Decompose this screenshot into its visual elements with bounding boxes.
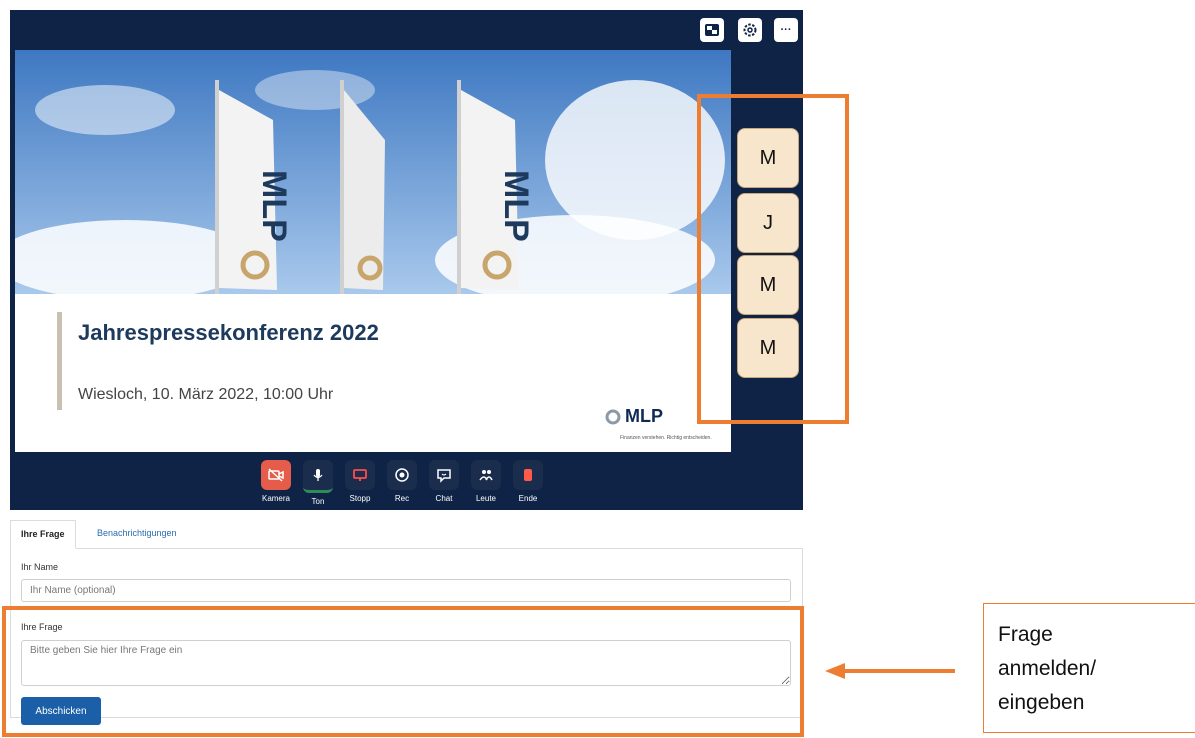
submit-button[interactable]: Abschicken (21, 697, 101, 725)
name-input[interactable] (21, 579, 791, 602)
stop-share-button[interactable]: Stopp (344, 460, 376, 506)
callout-line: anmelden/ (998, 657, 1097, 680)
annotation-callout: Frage anmelden/ eingeben (983, 603, 1195, 733)
microphone-icon[interactable] (303, 460, 333, 493)
people-icon[interactable] (471, 460, 501, 490)
end-label: Ende (518, 494, 538, 503)
stop-share-icon[interactable] (345, 460, 375, 490)
presentation-slide: MLP MLP Jahrespressekonferenz 2022 Wiesl… (15, 50, 731, 452)
audio-button[interactable]: Ton (302, 460, 334, 506)
slide-accent-bar (57, 312, 62, 410)
record-icon[interactable] (387, 460, 417, 490)
participant-tile[interactable]: J (737, 193, 799, 253)
mlp-logo-text: MLP (625, 406, 663, 426)
callout-line: eingeben (998, 691, 1085, 714)
mlp-tagline: Finanzen verstehen. Richtig entscheiden. (620, 435, 712, 441)
video-conference-panel: ··· MLP MLP Jahrespressekonferenz 2022 W… (10, 10, 803, 510)
chat-icon[interactable] (429, 460, 459, 490)
participant-tile[interactable]: M (737, 255, 799, 315)
question-form: Ihr Name Ihre Frage Abschicken (10, 548, 803, 725)
mlp-logo-icon (605, 409, 621, 424)
question-label: Ihre Frage (21, 622, 63, 632)
gear-icon[interactable] (738, 18, 762, 42)
arrow-left-icon (825, 663, 955, 679)
name-label: Ihr Name (21, 562, 59, 572)
stop-share-label: Stopp (349, 494, 371, 503)
record-button[interactable]: Rec (386, 460, 418, 506)
end-button[interactable]: Ende (512, 460, 544, 506)
participant-tile[interactable]: M (737, 318, 799, 378)
picture-in-picture-icon[interactable] (700, 18, 724, 42)
meeting-toolbar: Kamera Ton Stopp Rec Chat Leute Ende (260, 460, 544, 506)
flag-text: MLP (255, 170, 293, 242)
callout-line: Frage (998, 623, 1053, 646)
more-icon-glyph: ··· (780, 24, 792, 36)
question-textarea[interactable] (21, 640, 791, 686)
form-tabs: Ihre Frage Benachrichtigungen (10, 520, 803, 549)
tab-ihre-frage[interactable]: Ihre Frage (10, 520, 76, 549)
chat-button[interactable]: Chat (428, 460, 460, 506)
chat-label: Chat (435, 494, 453, 503)
camera-button[interactable]: Kamera (260, 460, 292, 506)
people-button[interactable]: Leute (470, 460, 502, 506)
flag-text: MLP (497, 170, 535, 242)
camera-label: Kamera (261, 494, 290, 503)
record-label: Rec (394, 494, 410, 503)
camera-off-icon[interactable] (261, 460, 291, 490)
tab-benachrichtigungen[interactable]: Benachrichtigungen (87, 520, 187, 547)
audio-label: Ton (311, 497, 325, 506)
participant-tile[interactable]: M (737, 128, 799, 188)
flags-photo: MLP MLP (15, 50, 731, 294)
mlp-logo: MLP (605, 406, 663, 427)
slide-subtitle: Wiesloch, 10. März 2022, 10:00 Uhr (78, 386, 334, 403)
slide-title: Jahrespressekonferenz 2022 (78, 320, 379, 345)
more-icon[interactable]: ··· (774, 18, 798, 42)
end-call-icon[interactable] (513, 460, 543, 490)
people-label: Leute (475, 494, 497, 503)
